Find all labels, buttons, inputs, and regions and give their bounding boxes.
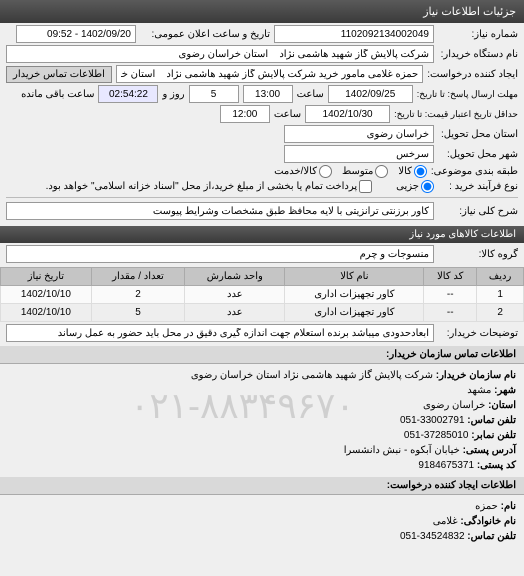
- buyer-note-label: توضیحات خریدار:: [438, 328, 518, 339]
- creator-section-header: اطلاعات ایجاد کننده درخواست:: [0, 477, 524, 495]
- table-row[interactable]: 2--کاور تجهیزات اداریعدد51402/10/10: [1, 304, 524, 322]
- panel-header: جزئیات اطلاعات نیاز: [0, 0, 524, 23]
- radio-partial[interactable]: جزیی: [396, 180, 434, 193]
- radio-middle[interactable]: متوسط: [342, 165, 388, 178]
- contact-section-header: اطلاعات تماس سازمان خریدار:: [0, 346, 524, 364]
- table-header: تاریخ نیاز: [1, 268, 92, 286]
- remain-label: ساعت باقی مانده: [21, 89, 94, 100]
- req-no-label: شماره نیاز:: [438, 29, 518, 40]
- radio-low[interactable]: کالا/خدمت: [274, 165, 332, 178]
- radio-goods[interactable]: کالا: [398, 165, 427, 178]
- buyer-contact-button[interactable]: اطلاعات تماس خریدار: [6, 66, 112, 83]
- deadline-resp-time[interactable]: [243, 85, 293, 103]
- remain-time: [98, 85, 158, 103]
- days-field[interactable]: [189, 85, 239, 103]
- req-no-field[interactable]: [274, 25, 434, 43]
- table-header: ردیف: [477, 268, 524, 286]
- req-creator-label: ایجاد کننده درخواست:: [427, 69, 518, 80]
- goods-table: ردیفکد کالانام کالاواحد شمارشتعداد / مقد…: [0, 267, 524, 322]
- buyer-note-field[interactable]: [6, 324, 434, 342]
- time-label-2: ساعت: [274, 109, 301, 120]
- deadline-del-date[interactable]: [305, 105, 390, 123]
- deadline-resp-date[interactable]: [328, 85, 413, 103]
- goods-section-title: اطلاعات کالاهای مورد نیاز: [0, 226, 524, 243]
- contact-info: نام سازمان خریدار: شرکت پالایش گاز شهید …: [0, 364, 524, 477]
- creator-info: نام: حمزه نام خانوادگی: غلامی تلفن تماس:…: [0, 495, 524, 548]
- announce-dt-label: تاریخ و ساعت اعلان عمومی:: [140, 29, 270, 40]
- table-header: کد کالا: [424, 268, 477, 286]
- group-field[interactable]: [6, 245, 434, 263]
- buyer-org-label: نام دستگاه خریدار:: [438, 49, 518, 60]
- buy-type-label: نوع فرآیند خرید :: [438, 181, 518, 192]
- city-field[interactable]: [284, 145, 434, 163]
- province-label: استان محل تحویل:: [438, 129, 518, 140]
- deadline-resp-label: مهلت ارسال پاسخ: تا تاریخ:: [417, 89, 518, 100]
- divider: [6, 197, 518, 198]
- city-label: شهر محل تحویل:: [438, 149, 518, 160]
- table-header: نام کالا: [285, 268, 424, 286]
- subject-label: شرح کلی نیاز:: [438, 206, 518, 217]
- deadline-del-time[interactable]: [220, 105, 270, 123]
- group-label: گروه کالا:: [438, 249, 518, 260]
- province-field[interactable]: [284, 125, 434, 143]
- table-header: تعداد / مقدار: [91, 268, 184, 286]
- table-header: واحد شمارش: [185, 268, 285, 286]
- req-creator-field[interactable]: [116, 65, 423, 83]
- time-label: ساعت: [297, 89, 324, 100]
- panel-title: جزئیات اطلاعات نیاز: [423, 6, 516, 18]
- announce-dt-field[interactable]: [16, 25, 136, 43]
- check-treasury[interactable]: پرداخت تمام یا بخشی از مبلغ خرید،از محل …: [46, 180, 373, 193]
- table-row[interactable]: 1--کاور تجهیزات اداریعدد21402/10/10: [1, 286, 524, 304]
- buyer-org-field[interactable]: [6, 45, 434, 63]
- deadline-del-label: حداقل تاریخ اعتبار قیمت: تا تاریخ:: [394, 109, 518, 120]
- subject-field[interactable]: [6, 202, 434, 220]
- days-label: روز و: [162, 89, 184, 100]
- category-label: طبقه بندی موضوعی:: [431, 166, 518, 177]
